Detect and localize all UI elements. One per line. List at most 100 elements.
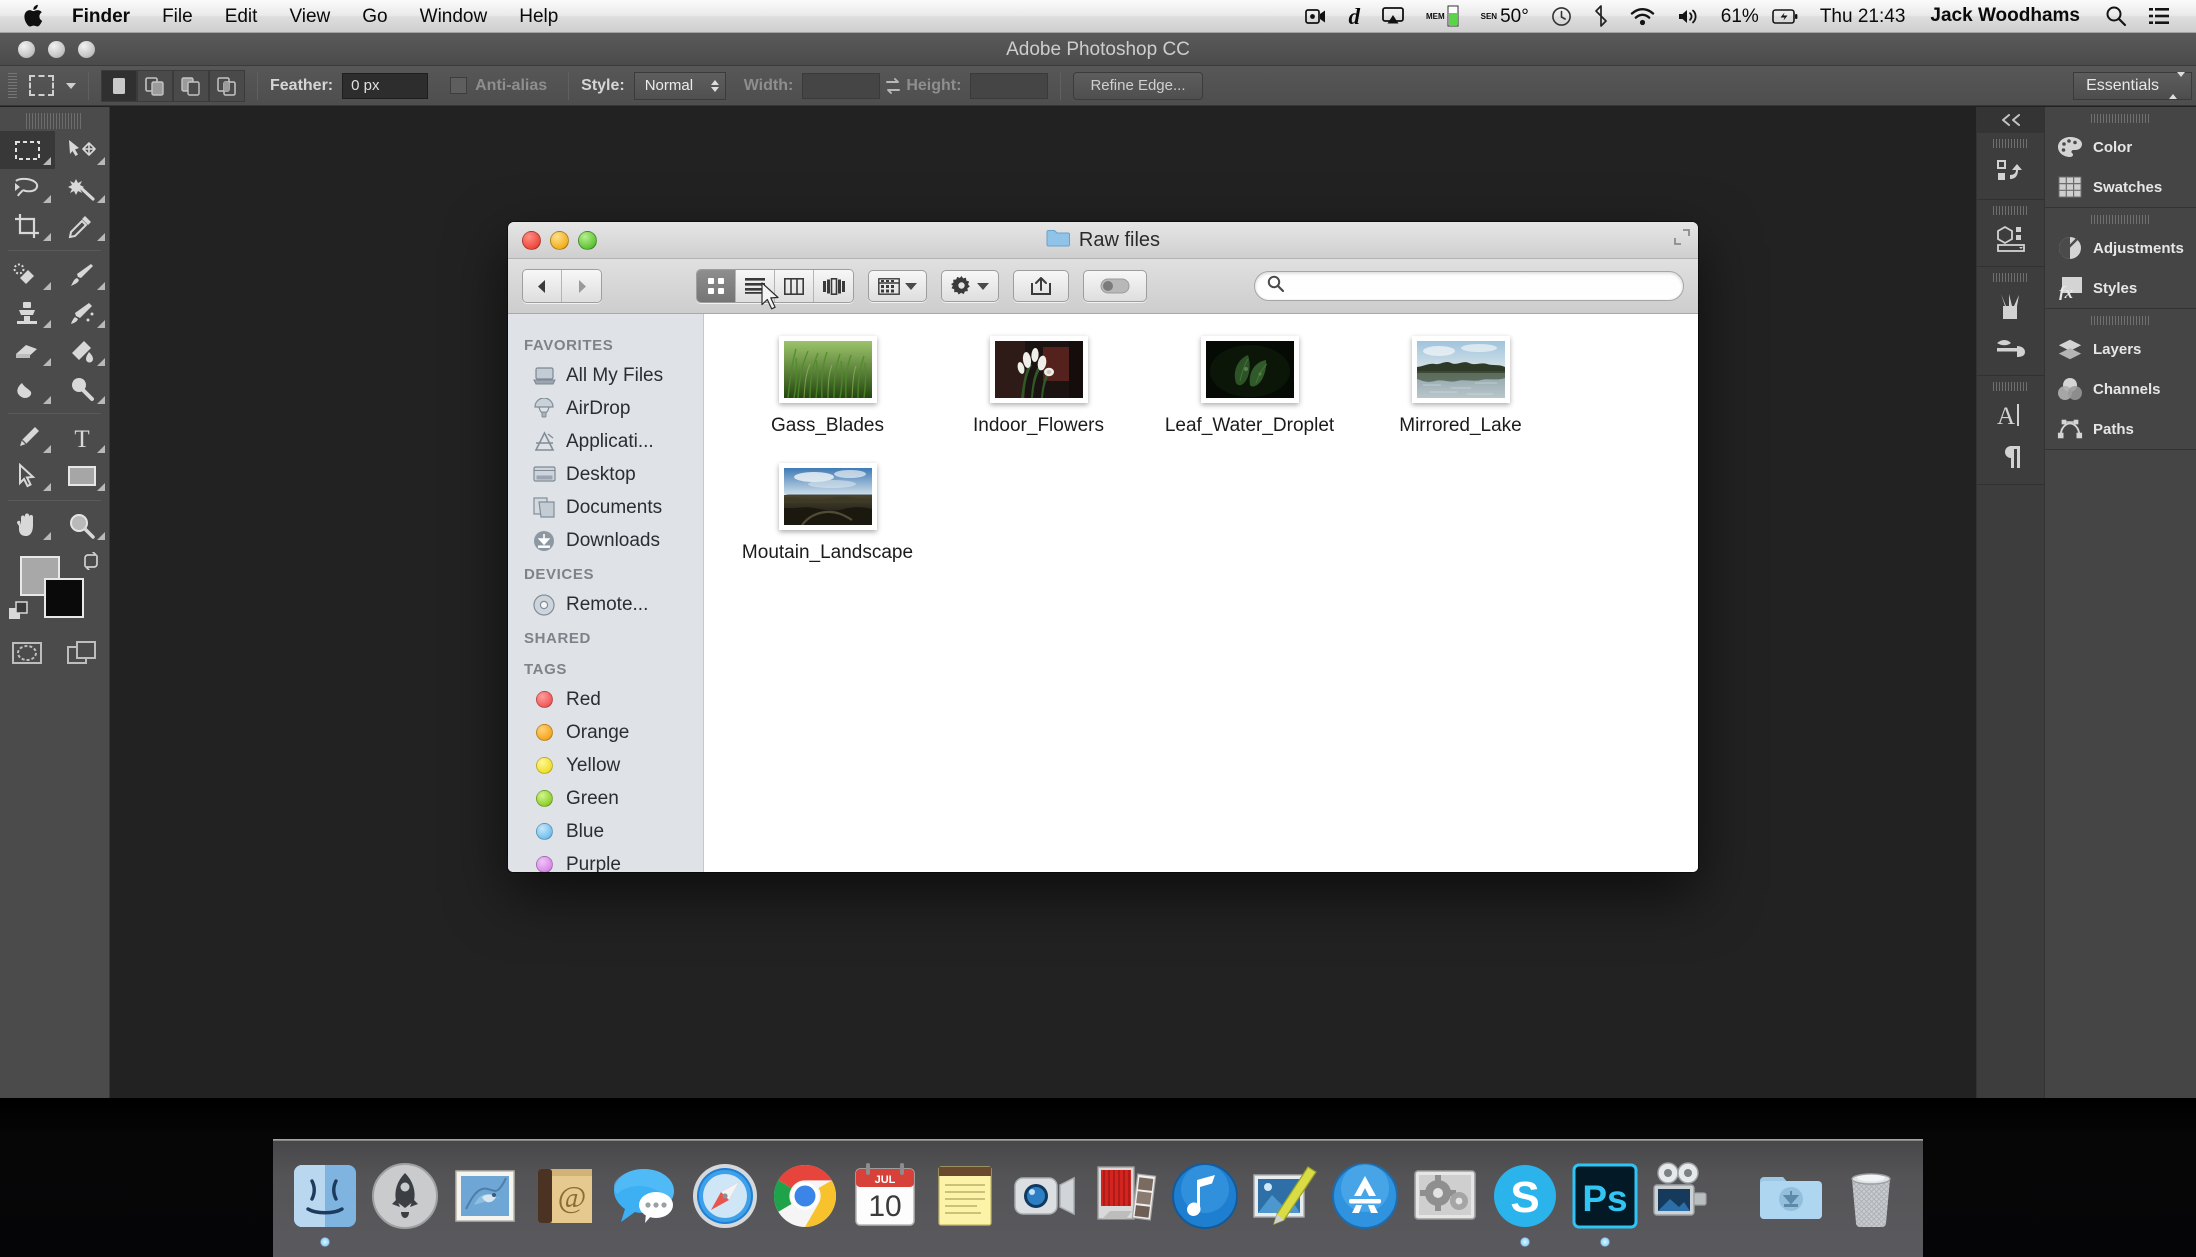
eyedropper-tool[interactable] xyxy=(55,207,110,245)
dock-item-iphoto[interactable] xyxy=(1248,1159,1322,1233)
dock-item-mail[interactable] xyxy=(448,1159,522,1233)
dock-item-calendar[interactable]: JUL 10 xyxy=(848,1159,922,1233)
zoom-button[interactable] xyxy=(578,230,597,250)
options-bar-grip[interactable] xyxy=(8,72,17,99)
close-button[interactable] xyxy=(18,40,35,58)
intersect-selection-button[interactable] xyxy=(209,69,245,102)
panel-adjustments[interactable]: Adjustments xyxy=(2045,228,2196,268)
dock-item-photo-booth[interactable] xyxy=(1088,1159,1162,1233)
finder-title-bar[interactable]: Raw files xyxy=(508,222,1698,259)
magic-wand-tool[interactable] xyxy=(55,169,110,207)
dock-item-facetime[interactable] xyxy=(1008,1159,1082,1233)
dock-item-contacts[interactable]: @ xyxy=(528,1159,602,1233)
panel-color[interactable]: Color xyxy=(2045,127,2196,167)
character-panel-icon[interactable]: A xyxy=(1977,394,2044,436)
dodge-tool[interactable] xyxy=(55,370,110,408)
file-item[interactable]: Gass_Blades xyxy=(722,336,933,437)
dropbox-icon[interactable]: d xyxy=(1337,0,1371,33)
sidebar-tag-yellow[interactable]: Yellow xyxy=(508,749,703,782)
search-input[interactable] xyxy=(1293,277,1671,295)
bluetooth-icon[interactable] xyxy=(1583,5,1619,27)
add-to-selection-button[interactable] xyxy=(137,69,173,102)
menu-item-view[interactable]: View xyxy=(273,0,346,33)
screen-mode-button[interactable] xyxy=(55,634,110,672)
history-panel-icon[interactable] xyxy=(1977,151,2044,193)
dock-item-finder[interactable] xyxy=(288,1159,362,1247)
tools-panel-grip[interactable] xyxy=(26,113,83,129)
history-brush-tool[interactable] xyxy=(55,294,110,332)
brush-presets-panel-icon[interactable] xyxy=(1977,285,2044,327)
height-input[interactable] xyxy=(970,72,1049,99)
file-item[interactable]: Moutain_Landscape xyxy=(722,463,933,564)
dock-item-messages[interactable] xyxy=(608,1159,682,1233)
dock-item-skype[interactable]: S xyxy=(1488,1159,1562,1247)
sidebar-tag-blue[interactable]: Blue xyxy=(508,815,703,848)
rail-grip[interactable] xyxy=(1993,139,2028,148)
swap-colors-icon[interactable] xyxy=(81,551,101,575)
dock-item-safari[interactable] xyxy=(688,1159,762,1233)
blur-tool[interactable] xyxy=(0,370,55,408)
sidebar-item-airdrop[interactable]: AirDrop xyxy=(508,392,703,425)
user-name[interactable]: Jack Woodhams xyxy=(1916,5,2094,27)
fullscreen-button[interactable] xyxy=(1674,229,1690,249)
width-input[interactable] xyxy=(802,72,881,99)
rail-grip[interactable] xyxy=(1993,382,2028,391)
file-item[interactable]: Indoor_Flowers xyxy=(933,336,1144,437)
tag-button[interactable] xyxy=(1083,270,1147,302)
brush-tool[interactable] xyxy=(55,256,110,294)
icon-view-button[interactable] xyxy=(697,270,736,302)
coverflow-view-button[interactable] xyxy=(814,270,853,302)
workspace-switcher[interactable]: Essentials xyxy=(2073,71,2192,100)
spot-healing-brush-tool[interactable] xyxy=(0,256,55,294)
background-color-swatch[interactable] xyxy=(44,578,84,618)
dock-item-downloads-folder[interactable] xyxy=(1754,1159,1828,1233)
rectangular-marquee-tool[interactable] xyxy=(0,131,55,169)
forward-arrow-icon[interactable] xyxy=(562,270,601,302)
battery-percent[interactable]: 61% xyxy=(1710,0,1770,33)
menu-item-finder[interactable]: Finder xyxy=(56,0,146,33)
collapse-panels-button[interactable] xyxy=(1977,107,2044,133)
menu-item-edit[interactable]: Edit xyxy=(209,0,274,33)
battery-icon[interactable] xyxy=(1770,8,1809,24)
notification-center-icon[interactable] xyxy=(2138,7,2180,25)
zoom-button[interactable] xyxy=(78,40,95,58)
dock-item-system-preferences[interactable] xyxy=(1408,1159,1482,1233)
panel-styles[interactable]: fx Styles xyxy=(2045,268,2196,308)
eraser-tool[interactable] xyxy=(0,332,55,370)
brush-panel-icon[interactable] xyxy=(1977,327,2044,369)
path-selection-tool[interactable] xyxy=(0,457,55,495)
sidebar-tag-green[interactable]: Green xyxy=(508,782,703,815)
dock-item-quicktime[interactable] xyxy=(1648,1159,1722,1233)
panel-grip[interactable] xyxy=(2091,316,2150,325)
volume-icon[interactable] xyxy=(1666,7,1710,26)
sidebar-item-desktop[interactable]: Desktop xyxy=(508,458,703,491)
swap-dimensions-icon[interactable] xyxy=(880,73,906,99)
wifi-icon[interactable] xyxy=(1619,7,1666,26)
rail-grip[interactable] xyxy=(1993,273,2028,282)
zoom-tool[interactable] xyxy=(55,506,110,544)
menu-item-go[interactable]: Go xyxy=(346,0,403,33)
time-machine-icon[interactable] xyxy=(1540,6,1583,27)
menu-item-file[interactable]: File xyxy=(146,0,209,33)
panel-swatches[interactable]: Swatches xyxy=(2045,167,2196,207)
navigation-buttons[interactable] xyxy=(522,269,602,303)
sidebar-item-applications[interactable]: Applicati... xyxy=(508,425,703,458)
lasso-tool[interactable] xyxy=(0,169,55,207)
minimize-button[interactable] xyxy=(550,230,569,250)
panel-paths[interactable]: Paths xyxy=(2045,409,2196,449)
file-item[interactable]: Leaf_Water_Droplet xyxy=(1144,336,1355,437)
dock-item-trash[interactable] xyxy=(1834,1159,1908,1233)
properties-panel-icon[interactable] xyxy=(1977,218,2044,260)
dock-item-app-store[interactable] xyxy=(1328,1159,1402,1233)
sidebar-item-downloads[interactable]: Downloads xyxy=(508,524,703,557)
file-item[interactable]: Mirrored_Lake xyxy=(1355,336,1566,437)
gradient-tool[interactable] xyxy=(55,332,110,370)
sidebar-tag-red[interactable]: Red xyxy=(508,683,703,716)
panel-channels[interactable]: Channels xyxy=(2045,369,2196,409)
anti-alias-checkbox[interactable] xyxy=(450,77,468,94)
share-button[interactable] xyxy=(1013,270,1069,302)
action-gear-button[interactable] xyxy=(941,270,999,302)
subtract-from-selection-button[interactable] xyxy=(173,69,209,102)
default-colors-icon[interactable] xyxy=(8,601,30,626)
quick-mask-mode-button[interactable] xyxy=(0,634,55,672)
